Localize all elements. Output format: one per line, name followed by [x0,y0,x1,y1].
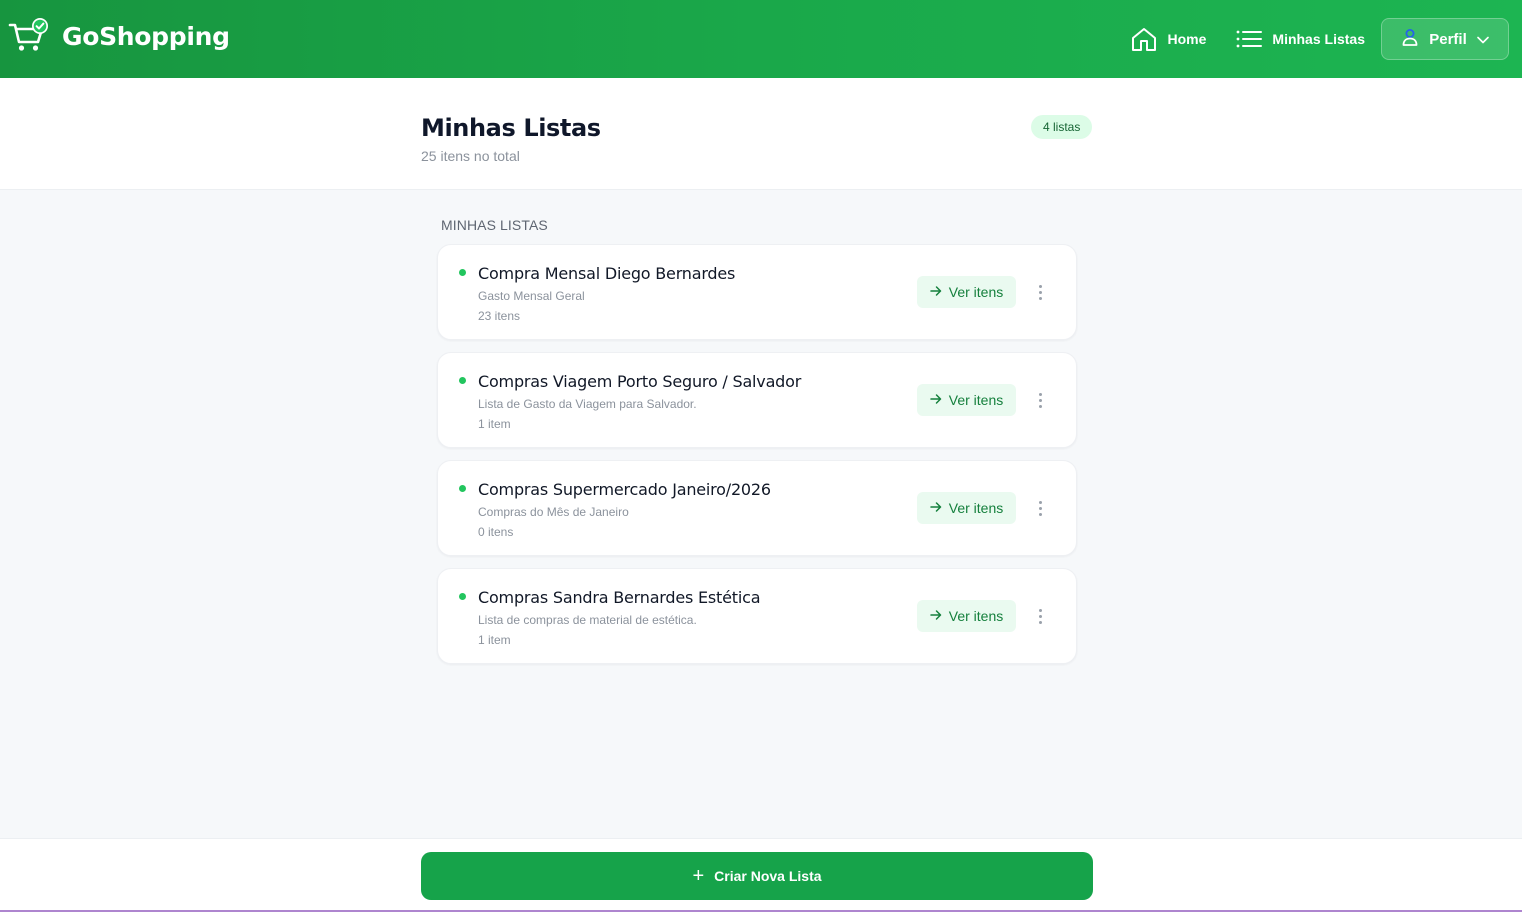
nav-home-label: Home [1167,31,1207,47]
top-navbar: GoShopping Home Minhas Listas Perfil [0,0,1522,78]
nav-home-link[interactable]: Home [1130,26,1207,52]
more-options-icon[interactable] [1029,279,1051,305]
profile-label: Perfil [1429,30,1467,48]
more-options-icon[interactable] [1029,387,1051,413]
status-dot [459,593,466,600]
more-options-icon[interactable] [1029,495,1051,521]
home-icon [1130,26,1158,52]
view-items-label: Ver itens [948,284,1004,300]
list-description: Lista de Gasto da Viagem para Salvador. [478,397,697,411]
profile-menu-button[interactable]: Perfil [1381,18,1509,60]
nav-my-lists-link[interactable]: Minhas Listas [1236,29,1365,49]
view-items-button[interactable]: Ver itens [917,600,1016,632]
arrow-right-icon [930,500,942,516]
cart-check-icon [8,18,50,54]
list-card[interactable]: Compra Mensal Diego Bernardes Gasto Mens… [437,244,1077,340]
list-item-count: 23 itens [478,309,521,323]
brand-name: GoShopping [62,21,230,51]
list-item-count: 0 itens [478,525,514,539]
section-label: MINHAS LISTAS [441,217,548,233]
list-icon [1236,29,1263,49]
view-items-label: Ver itens [948,392,1004,408]
view-items-button[interactable]: Ver itens [917,384,1016,416]
brand-logo[interactable]: GoShopping [8,18,230,54]
list-card[interactable]: Compras Sandra Bernardes Estética Lista … [437,568,1077,664]
arrow-right-icon [930,284,942,300]
list-description: Lista de compras de material de estética… [478,613,697,627]
list-card[interactable]: Compras Supermercado Janeiro/2026 Compra… [437,460,1077,556]
list-title: Compras Sandra Bernardes Estética [478,588,761,607]
arrow-right-icon [930,608,942,624]
page-subtitle: 25 itens no total [421,148,520,164]
footer-bar: + Criar Nova Lista [0,838,1522,912]
status-dot [459,377,466,384]
list-title: Compra Mensal Diego Bernardes [478,264,736,283]
plus-icon: + [692,865,705,887]
create-list-label: Criar Nova Lista [714,868,822,884]
chevron-down-icon [1476,31,1489,48]
view-items-button[interactable]: Ver itens [917,492,1016,524]
list-item-count: 1 item [478,633,511,647]
list-card[interactable]: Compras Viagem Porto Seguro / Salvador L… [437,352,1077,448]
view-items-label: Ver itens [948,608,1004,624]
status-dot [459,485,466,492]
list-title: Compras Supermercado Janeiro/2026 [478,480,771,499]
page-title: Minhas Listas [421,114,601,142]
nav-my-lists-label: Minhas Listas [1272,31,1365,47]
list-item-count: 1 item [478,417,511,431]
main-nav: Home Minhas Listas Perfil [1130,18,1509,60]
arrow-right-icon [930,392,942,408]
more-options-icon[interactable] [1029,603,1051,629]
list-title: Compras Viagem Porto Seguro / Salvador [478,372,802,391]
list-description: Compras do Mês de Janeiro [478,505,629,519]
status-dot [459,269,466,276]
user-icon [1401,28,1419,50]
lists-count-badge: 4 listas [1031,115,1093,139]
page-header: Minhas Listas 25 itens no total 4 listas [0,78,1522,190]
view-items-button[interactable]: Ver itens [917,276,1016,308]
view-items-label: Ver itens [948,500,1004,516]
list-description: Gasto Mensal Geral [478,289,585,303]
create-list-button[interactable]: + Criar Nova Lista [421,852,1093,900]
